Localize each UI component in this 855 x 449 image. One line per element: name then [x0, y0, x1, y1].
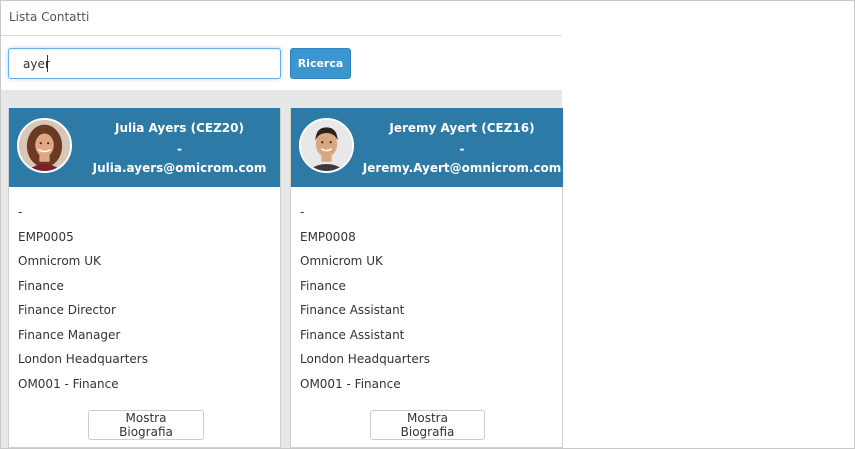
avatar [299, 118, 354, 173]
detail-line: EMP0005 [18, 229, 74, 244]
avatar-woman-icon [19, 120, 70, 171]
detail-line: Finance Manager [18, 327, 121, 342]
page-title: Lista Contatti [9, 10, 90, 24]
contact-email: Jeremy.Ayert@omnicrom.com [362, 161, 562, 175]
detail-line: - [18, 205, 23, 219]
contact-email: Julia.ayers@omicrom.com [92, 161, 267, 175]
search-button[interactable]: Ricerca [290, 48, 351, 79]
contact-card: Julia Ayers (CEZ20) - Julia.ayers@omicro… [8, 108, 281, 448]
avatar-man-icon [301, 120, 352, 171]
detail-line: EMP0008 [300, 229, 356, 244]
detail-line: Finance [300, 278, 346, 293]
text-caret [47, 55, 48, 72]
detail-line: - [300, 205, 305, 219]
contact-card-header: Jeremy Ayert (CEZ16) - Jeremy.Ayert@omni… [291, 108, 563, 187]
contact-name: Julia Ayers (CEZ20) [115, 121, 244, 135]
search-input[interactable] [8, 48, 281, 79]
show-bio-button[interactable]: Mostra Biografia [370, 410, 485, 440]
detail-line: Finance Assistant [300, 327, 405, 342]
contact-subtitle: - [459, 142, 465, 156]
detail-line: Omnicrom UK [18, 254, 101, 268]
detail-line: London Headquarters [18, 352, 148, 366]
contact-name: Jeremy Ayert (CEZ16) [389, 121, 535, 135]
detail-line: Omnicrom UK [300, 254, 383, 268]
detail-line: Finance Assistant [300, 303, 405, 317]
detail-line: London Headquarters [300, 352, 430, 366]
detail-line: OM001 - Finance [18, 376, 119, 391]
contact-card-header: Julia Ayers (CEZ20) - Julia.ayers@omicro… [9, 108, 280, 187]
contact-subtitle: - [177, 142, 182, 156]
show-bio-button[interactable]: Mostra Biografia [88, 410, 204, 440]
detail-line: Finance [18, 278, 64, 293]
contact-card: Jeremy Ayert (CEZ16) - Jeremy.Ayert@omni… [290, 108, 563, 448]
detail-line: OM001 - Finance [300, 376, 401, 391]
detail-line: Finance Director [18, 303, 116, 317]
avatar [17, 118, 72, 173]
title-bar: Lista Contatti [1, 1, 562, 36]
